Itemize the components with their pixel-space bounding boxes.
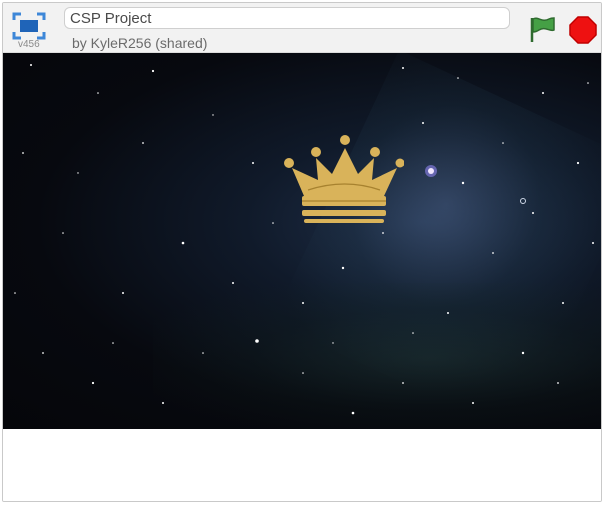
author-byline: by KyleR256 (shared) <box>72 35 208 51</box>
project-player: v456 by KyleR256 (shared) <box>2 2 602 502</box>
green-flag-button[interactable] <box>528 15 556 43</box>
project-title-input[interactable] <box>64 7 510 29</box>
below-stage-area <box>3 429 601 501</box>
fullscreen-button[interactable] <box>11 11 47 41</box>
starfield <box>14 64 594 415</box>
player-header: v456 by KyleR256 (shared) <box>3 3 601 53</box>
project-stage[interactable] <box>3 53 601 429</box>
version-label: v456 <box>18 39 40 50</box>
crown-sprite[interactable] <box>280 130 404 225</box>
stop-icon <box>569 16 597 44</box>
fullscreen-icon <box>12 12 46 40</box>
green-flag-icon <box>530 17 555 42</box>
stop-button[interactable] <box>569 16 597 44</box>
